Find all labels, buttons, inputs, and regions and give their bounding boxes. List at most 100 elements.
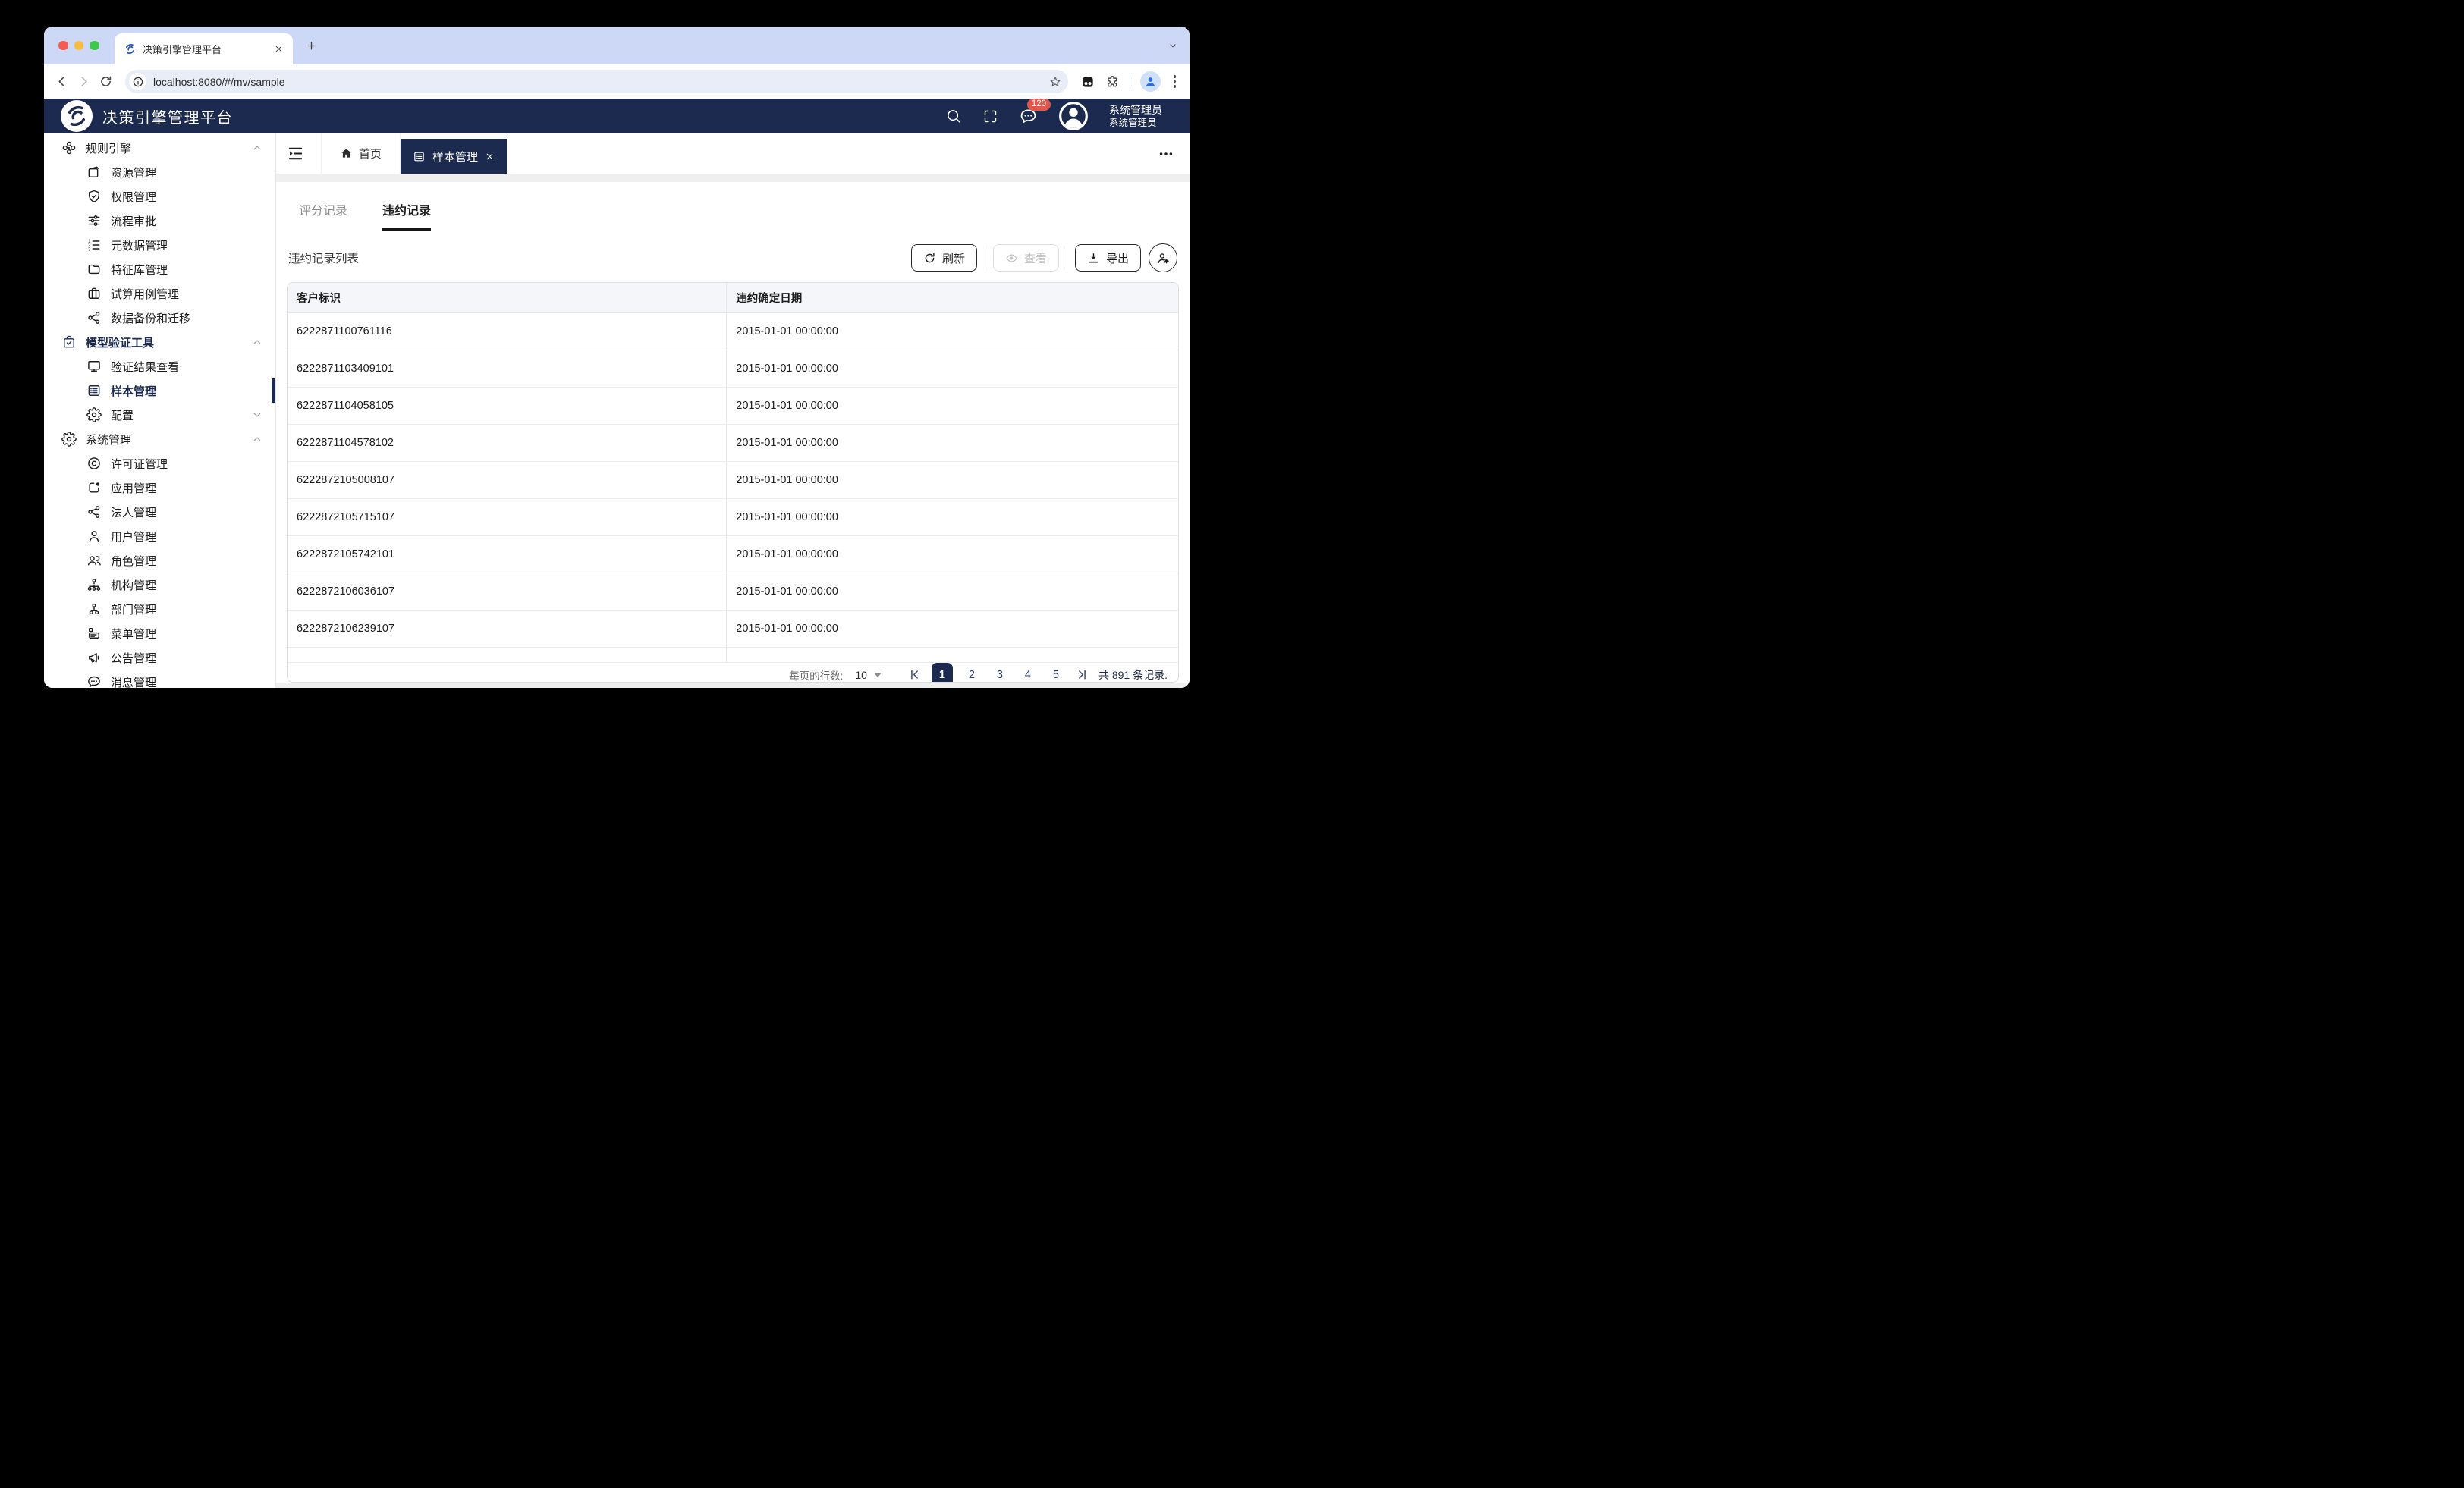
sidebar-group-rule-engine[interactable]: 规则引擎 [44, 136, 275, 160]
table-header-row: 客户标识 违约确定日期 [288, 283, 1178, 313]
sidebar-item-dept-mgmt[interactable]: 部门管理 [44, 597, 275, 621]
maximize-window-button[interactable] [90, 41, 99, 51]
sidebar-item-message-mgmt[interactable]: 消息管理 [44, 670, 275, 688]
sidebar-item-permission-mgmt[interactable]: 权限管理 [44, 184, 275, 209]
sidebar-item-sample-mgmt[interactable]: 样本管理 [44, 378, 275, 403]
table-row[interactable]: 62228711007611162015-01-01 00:00:00 [288, 313, 1178, 350]
sidebar-item-legal-entity-mgmt[interactable]: 法人管理 [44, 500, 275, 524]
message-count-badge: 120 [1027, 99, 1051, 111]
pagination-bar: 每页的行数: 10 1 2 3 4 5 共 891 条记录. [288, 663, 1178, 683]
forward-icon[interactable] [77, 74, 91, 89]
sidebar-item-role-mgmt[interactable]: 角色管理 [44, 548, 275, 573]
sidebar-item-process-approval[interactable]: 流程审批 [44, 209, 275, 233]
export-button[interactable]: 导出 [1075, 244, 1141, 272]
sidebar-item-trial-case-mgmt[interactable]: 试算用例管理 [44, 281, 275, 306]
folder-icon [86, 262, 102, 277]
close-icon[interactable] [485, 152, 495, 162]
reload-icon[interactable] [99, 74, 113, 89]
table-row[interactable]: 62228721060361072015-01-01 00:00:00 [288, 573, 1178, 611]
extensions-puzzle-icon[interactable] [1105, 74, 1120, 89]
search-icon[interactable] [945, 108, 962, 124]
messages-button[interactable]: 120 [1019, 107, 1038, 126]
nodes-icon [61, 140, 77, 155]
table-row[interactable]: 62228711040581052015-01-01 00:00:00 [288, 388, 1178, 425]
page-button-5[interactable]: 5 [1047, 664, 1065, 683]
gear-icon [61, 432, 77, 447]
sidebar-item-feature-lib-mgmt[interactable]: 特征库管理 [44, 257, 275, 281]
table-row[interactable]: 62228721062391072015-01-01 00:00:00 [288, 611, 1178, 648]
browser-tab-title: 决策引擎管理平台 [143, 42, 268, 56]
table-row[interactable]: 62228721057421012015-01-01 00:00:00 [288, 536, 1178, 573]
user-gear-icon [1156, 251, 1171, 265]
table-row[interactable]: 62228721057151072015-01-01 00:00:00 [288, 499, 1178, 536]
sidebar-item-resource-mgmt[interactable]: 资源管理 [44, 160, 275, 184]
refresh-icon [923, 252, 936, 265]
last-page-icon[interactable] [1075, 667, 1089, 682]
bookmark-star-icon[interactable] [1048, 75, 1062, 89]
sidebar-item-data-backup[interactable]: 数据备份和迁移 [44, 306, 275, 330]
address-bar[interactable]: localhost:8080/#/mv/sample [125, 70, 1068, 93]
page-button-2[interactable]: 2 [963, 664, 981, 683]
table-row-partial [288, 648, 1178, 663]
view-button[interactable]: 查看 [993, 244, 1059, 272]
browser-toolbar: localhost:8080/#/mv/sample [44, 64, 1190, 99]
sidebar-item-metadata-mgmt[interactable]: 元数据管理 [44, 233, 275, 257]
rows-per-page-caret-icon[interactable] [874, 673, 882, 677]
more-options-icon[interactable] [1158, 146, 1174, 162]
browser-tab[interactable]: 决策引擎管理平台 [115, 33, 293, 64]
table-row[interactable]: 62228721050081072015-01-01 00:00:00 [288, 462, 1178, 499]
table-row[interactable]: 62228711034091012015-01-01 00:00:00 [288, 350, 1178, 388]
sidebar-group-system-mgmt[interactable]: 系统管理 [44, 427, 275, 451]
sidebar-item-config[interactable]: 配置 [44, 403, 275, 427]
sidebar-item-menu-mgmt[interactable]: 菜单管理 [44, 621, 275, 645]
records-table-card: 客户标识 违约确定日期 62228711007611162015-01-01 0… [287, 282, 1179, 683]
chevron-up-icon [251, 142, 263, 154]
gear-icon [86, 407, 102, 422]
user-avatar-icon[interactable] [1058, 101, 1089, 131]
tab-score-records[interactable]: 评分记录 [299, 200, 347, 231]
table-row[interactable]: 62228711045781022015-01-01 00:00:00 [288, 425, 1178, 462]
sidebar-item-org-mgmt[interactable]: 机构管理 [44, 573, 275, 597]
back-icon[interactable] [55, 74, 69, 89]
sidebar-group-model-validation[interactable]: 模型验证工具 [44, 330, 275, 354]
records-table: 客户标识 违约确定日期 62228711007611162015-01-01 0… [288, 283, 1178, 663]
page-button-4[interactable]: 4 [1019, 664, 1037, 683]
tab-home[interactable]: 首页 [321, 133, 401, 174]
extension-shortcut-icon[interactable] [1080, 74, 1095, 89]
sidebar-item-app-mgmt[interactable]: 应用管理 [44, 476, 275, 500]
url-text[interactable]: localhost:8080/#/mv/sample [153, 76, 1042, 88]
user-info[interactable]: 系统管理员 系统管理员 [1109, 103, 1162, 129]
minimize-window-button[interactable] [74, 41, 84, 51]
page-tab-bar: 首页 样本管理 [276, 133, 1190, 174]
sidebar-item-license-mgmt[interactable]: 许可证管理 [44, 451, 275, 476]
menu-card-icon [86, 626, 102, 641]
total-records-label: 共 891 条记录. [1098, 667, 1168, 683]
header-actions: 120 系统管理员 系统管理员 [945, 101, 1162, 131]
sidebar-item-announcement-mgmt[interactable]: 公告管理 [44, 645, 275, 670]
browser-window: 决策引擎管理平台 localhost:8080/#/mv/sample 决策引擎… [44, 27, 1190, 688]
sidebar-collapse-icon[interactable] [287, 145, 304, 162]
page-button-1[interactable]: 1 [932, 663, 953, 683]
sliders-icon [86, 213, 102, 228]
first-page-icon[interactable] [907, 667, 922, 682]
browser-profile-avatar[interactable] [1140, 71, 1161, 92]
fullscreen-icon[interactable] [982, 108, 998, 124]
column-settings-button[interactable] [1149, 243, 1177, 272]
site-info-icon[interactable] [129, 73, 146, 90]
page-button-3[interactable]: 3 [991, 664, 1009, 683]
tab-search-chevron-icon[interactable] [1168, 41, 1177, 50]
sample-panel: 评分记录 违约记录 违约记录列表 刷新 查看 导出 [276, 182, 1190, 683]
content-area: 首页 样本管理 评分记录 违约记录 违约记录列表 刷新 [276, 133, 1190, 688]
tab-default-records[interactable]: 违约记录 [382, 200, 431, 231]
tab-home-label: 首页 [359, 146, 382, 162]
rows-per-page-value[interactable]: 10 [855, 669, 867, 681]
close-window-button[interactable] [58, 41, 68, 51]
sidebar-item-validation-results[interactable]: 验证结果查看 [44, 354, 275, 378]
sidebar-item-user-mgmt[interactable]: 用户管理 [44, 524, 275, 548]
chevron-down-icon [251, 409, 263, 421]
refresh-button[interactable]: 刷新 [911, 244, 977, 272]
browser-menu-icon[interactable] [1171, 75, 1179, 87]
close-tab-icon[interactable] [274, 44, 284, 54]
new-tab-button[interactable] [306, 40, 317, 52]
tab-sample-mgmt[interactable]: 样本管理 [401, 139, 507, 174]
